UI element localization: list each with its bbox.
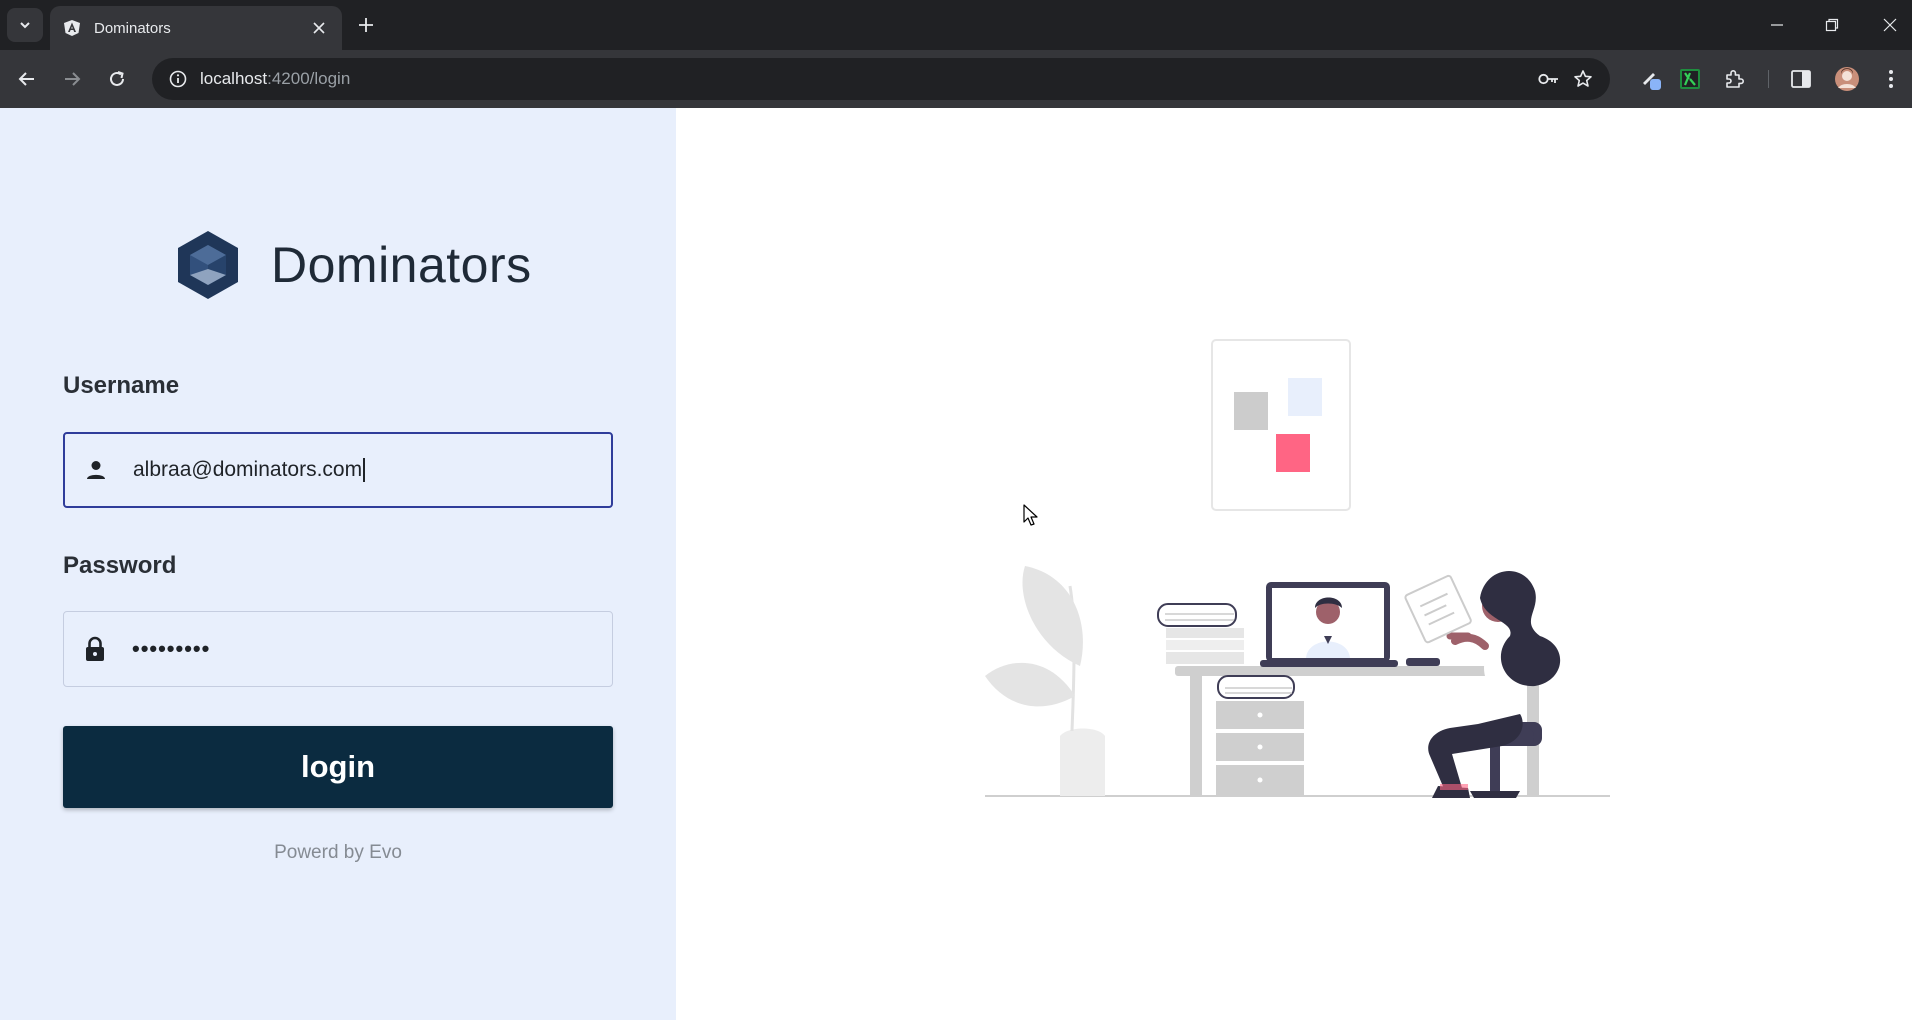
password-field[interactable]: ••••••••• bbox=[63, 611, 613, 687]
profile-avatar[interactable] bbox=[1830, 62, 1864, 96]
text-caret bbox=[363, 458, 365, 482]
username-field[interactable]: albraa@dominators.com bbox=[63, 432, 613, 508]
site-info-icon[interactable] bbox=[166, 67, 190, 91]
minimize-button[interactable] bbox=[1757, 10, 1797, 40]
arrow-right-icon bbox=[65, 72, 81, 86]
browser-toolbar: localhost:4200/login bbox=[0, 50, 1912, 108]
lock-icon bbox=[80, 634, 110, 664]
mouse-cursor-icon bbox=[1023, 504, 1038, 526]
browser-tabstrip: Dominators bbox=[0, 0, 1912, 50]
reload-icon bbox=[110, 71, 124, 86]
bookmark-star-icon[interactable] bbox=[1566, 62, 1600, 96]
password-input[interactable]: ••••••••• bbox=[132, 636, 210, 662]
more-menu-icon[interactable] bbox=[1874, 62, 1908, 96]
username-input[interactable]: albraa@dominators.com bbox=[133, 450, 362, 490]
plus-icon bbox=[359, 18, 373, 32]
extensions-puzzle-icon[interactable] bbox=[1718, 62, 1752, 96]
angular-favicon-icon bbox=[62, 18, 82, 38]
tab-title: Dominators bbox=[94, 19, 171, 37]
chevron-down-icon bbox=[20, 22, 30, 29]
close-icon bbox=[1883, 18, 1897, 32]
new-tab-button[interactable] bbox=[352, 11, 380, 39]
extension-x-icon[interactable] bbox=[1673, 62, 1707, 96]
password-key-icon[interactable] bbox=[1532, 62, 1566, 96]
person-icon bbox=[81, 455, 111, 485]
workspace-illustration bbox=[985, 339, 1610, 798]
back-button[interactable] bbox=[10, 62, 44, 96]
toolbar-separator bbox=[1768, 70, 1769, 88]
forward-button[interactable] bbox=[55, 62, 89, 96]
brand-name: Dominators bbox=[271, 237, 532, 293]
powered-by-footer: Powerd by Evo bbox=[274, 842, 402, 863]
username-label: Username bbox=[63, 372, 180, 399]
minimize-icon bbox=[1771, 24, 1783, 26]
url-path: :4200/login bbox=[267, 69, 351, 88]
browser-tab[interactable]: Dominators bbox=[50, 6, 342, 50]
login-panel: Dominators Username albraa@dominators.co… bbox=[0, 108, 676, 1020]
side-panel-icon[interactable] bbox=[1784, 62, 1818, 96]
hexagon-logo-icon bbox=[178, 231, 238, 299]
close-window-button[interactable] bbox=[1870, 10, 1910, 40]
password-label: Password bbox=[63, 552, 177, 579]
arrow-left-icon bbox=[18, 72, 34, 86]
tab-close-icon[interactable] bbox=[308, 17, 330, 39]
plant-illustration bbox=[985, 566, 1105, 796]
extension-pen-icon[interactable] bbox=[1634, 62, 1668, 96]
login-button[interactable]: login bbox=[63, 726, 613, 808]
login-page: Dominators Username albraa@dominators.co… bbox=[0, 108, 1912, 1020]
restore-button[interactable] bbox=[1812, 10, 1852, 40]
tab-search-button[interactable] bbox=[7, 8, 43, 42]
address-bar[interactable]: localhost:4200/login bbox=[152, 58, 1610, 100]
reload-button[interactable] bbox=[100, 62, 134, 96]
url-host: localhost bbox=[200, 69, 268, 88]
wall-frame-illustration bbox=[1211, 339, 1351, 511]
url-text: localhost:4200/login bbox=[200, 69, 1532, 89]
restore-icon bbox=[1825, 18, 1839, 32]
brand: Dominators bbox=[175, 229, 532, 301]
